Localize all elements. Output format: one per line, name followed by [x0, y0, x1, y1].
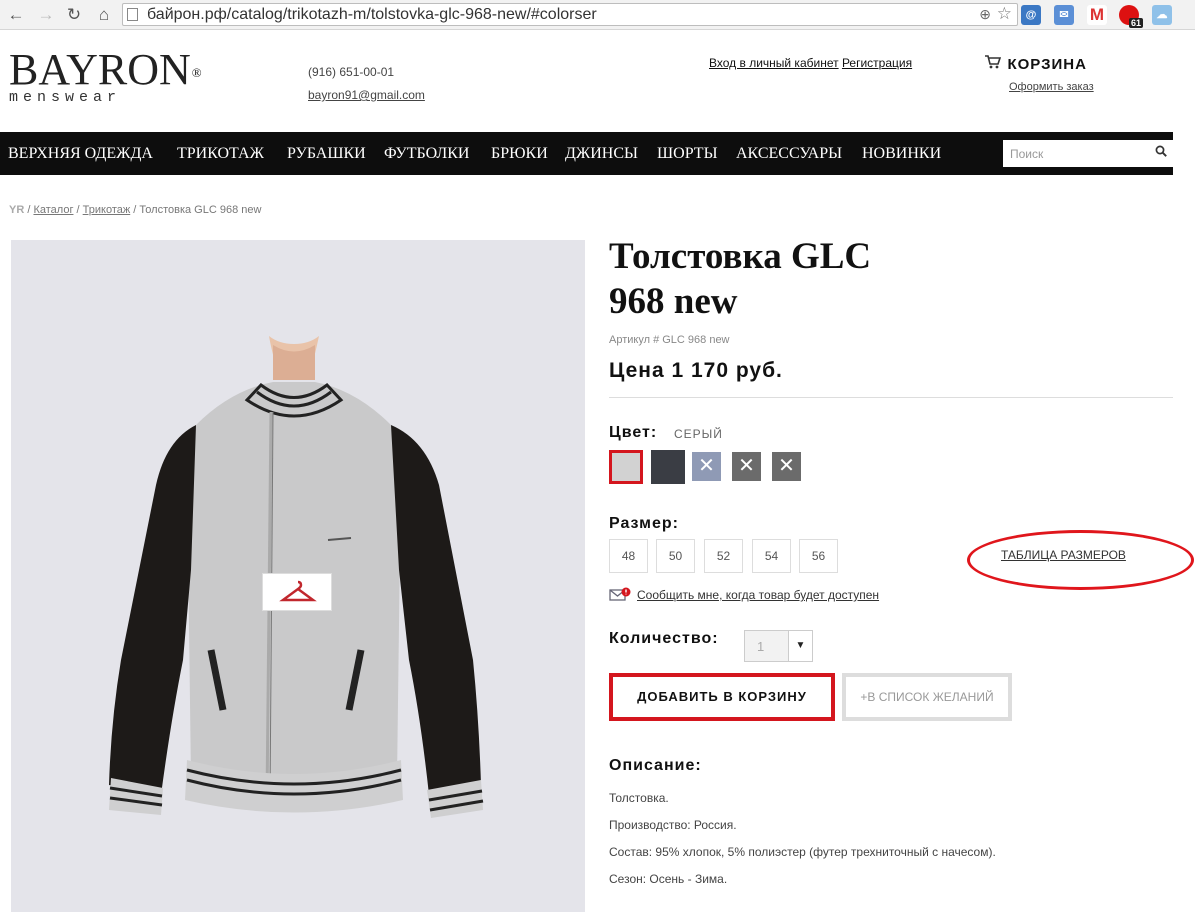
product-sku: Артикул # GLC 968 new	[609, 334, 730, 346]
envelope-alert-icon	[609, 587, 631, 601]
site-logo[interactable]: BAYRON® menswear	[9, 48, 202, 106]
add-to-cart-button[interactable]: ДОБАВИТЬ В КОРЗИНУ	[609, 673, 835, 721]
back-icon[interactable]: ←	[6, 5, 26, 25]
page-icon	[127, 8, 138, 21]
cart-icon[interactable]	[985, 55, 1003, 73]
unavailable-x-icon: ✕	[698, 455, 715, 477]
extension-badge: 61	[1128, 18, 1143, 28]
reload-icon[interactable]: ↻	[64, 5, 84, 25]
checkout-link[interactable]: Оформить заказ	[1009, 81, 1094, 93]
size-option-52[interactable]: 52	[704, 539, 743, 573]
product-price: Цена 1 170 руб.	[609, 359, 783, 382]
description-line: Производство: Россия.	[609, 818, 737, 832]
quantity-value: 1	[757, 639, 765, 654]
url-text: байрон.рф/catalog/trikotazh-m/tolstovka-…	[147, 6, 597, 23]
description-line: Состав: 95% хлопок, 5% полиэстер (футер …	[609, 845, 996, 859]
search-input[interactable]: Поиск	[1003, 140, 1175, 167]
gmail-extension-icon[interactable]: M	[1087, 5, 1107, 25]
highlight-oval	[967, 530, 1194, 590]
contact-info: (916) 651-00-01 bayron91@gmail.com	[308, 61, 425, 107]
breadcrumb-catalog[interactable]: Каталог	[33, 204, 73, 216]
size-option-56[interactable]: 56	[799, 539, 838, 573]
chevron-down-icon[interactable]: ▼	[788, 631, 812, 661]
color-label: Цвет:	[609, 424, 658, 441]
unavailable-x-icon: ✕	[738, 455, 755, 477]
logo-registered: ®	[191, 65, 202, 80]
main-navigation: ВЕРХНЯЯ ОДЕЖДА ТРИКОТАЖ РУБАШКИ ФУТБОЛКИ…	[0, 132, 1175, 175]
nav-item-trousers[interactable]: БРЮКИ	[491, 145, 548, 163]
breadcrumb-current: Толстовка GLC 968 new	[139, 204, 262, 216]
search-placeholder: Поиск	[1010, 147, 1044, 161]
color-swatch-grey-unavailable[interactable]: ✕	[732, 452, 761, 481]
add-to-wishlist-button[interactable]: +В СПИСОК ЖЕЛАНИЙ	[842, 673, 1012, 721]
home-icon[interactable]: ⌂	[94, 5, 114, 25]
cart[interactable]: КОРЗИНА Оформить заказ	[985, 55, 1094, 93]
description-line: Сезон: Осень - Зима.	[609, 872, 728, 886]
size-label: Размер:	[609, 515, 679, 532]
zoom-hanger-icon[interactable]	[262, 573, 332, 611]
browser-toolbar: ← → ↻ ⌂ байрон.рф/catalog/trikotazh-m/to…	[0, 0, 1195, 30]
product-title-line2: 968 new	[609, 281, 738, 322]
divider	[609, 397, 1173, 398]
account-links: Вход в личный кабинет Регистрация	[709, 56, 912, 70]
nav-item-knitwear[interactable]: ТРИКОТАЖ	[177, 145, 264, 163]
bookmark-star-icon[interactable]: ☆	[997, 4, 1012, 24]
notification-extension-icon[interactable]: 61	[1119, 5, 1143, 28]
mail-ru-extension-icon[interactable]: @	[1021, 5, 1041, 25]
notify-availability[interactable]: Сообщить мне, когда товар будет доступен	[609, 587, 879, 602]
product-title: Толстовка GLC 968 new	[609, 234, 1029, 324]
size-option-48[interactable]: 48	[609, 539, 648, 573]
breadcrumb-category[interactable]: Трикотаж	[83, 204, 131, 216]
nav-item-new[interactable]: НОВИНКИ	[862, 145, 941, 163]
quantity-select[interactable]: 1 ▼	[744, 630, 813, 662]
weather-extension-icon[interactable]: ☁	[1152, 5, 1172, 25]
color-swatch-grey2-unavailable[interactable]: ✕	[772, 452, 801, 481]
description-line: Толстовка.	[609, 791, 669, 805]
breadcrumb: YR / Каталог / Трикотаж / Толстовка GLC …	[9, 204, 261, 216]
phone-number: (916) 651-00-01	[308, 65, 395, 79]
color-swatch-dark[interactable]	[651, 450, 685, 484]
quantity-label: Количество:	[609, 630, 719, 647]
color-swatch-blue-unavailable[interactable]: ✕	[692, 452, 721, 481]
nav-item-jeans[interactable]: ДЖИНСЫ	[565, 145, 638, 163]
login-link[interactable]: Вход в личный кабинет	[709, 56, 839, 70]
breadcrumb-separator: /	[133, 204, 137, 216]
register-link[interactable]: Регистрация	[842, 56, 912, 70]
forward-icon[interactable]: →	[36, 5, 56, 25]
size-option-50[interactable]: 50	[656, 539, 695, 573]
color-value: СЕРЫЙ	[674, 427, 723, 441]
logo-brand: BAYRON	[9, 45, 191, 94]
search-icon[interactable]	[1155, 144, 1167, 160]
nav-item-shorts[interactable]: ШОРТЫ	[657, 145, 718, 163]
mail-extension-icon[interactable]: ✉	[1054, 5, 1074, 25]
email-link[interactable]: bayron91@gmail.com	[308, 88, 425, 102]
breadcrumb-home-icon[interactable]: YR	[9, 204, 24, 216]
description-title: Описание:	[609, 757, 702, 774]
unavailable-x-icon: ✕	[778, 455, 795, 477]
nav-item-shirts[interactable]: РУБАШКИ	[287, 145, 366, 163]
cart-label[interactable]: КОРЗИНА	[1007, 56, 1086, 73]
nav-item-tshirts[interactable]: ФУТБОЛКИ	[384, 145, 469, 163]
color-swatch-grey[interactable]	[609, 450, 643, 484]
size-option-54[interactable]: 54	[752, 539, 791, 573]
nav-item-outerwear[interactable]: ВЕРХНЯЯ ОДЕЖДА	[8, 145, 153, 163]
address-bar[interactable]: байрон.рф/catalog/trikotazh-m/tolstovka-…	[122, 3, 1018, 26]
notify-link[interactable]: Сообщить мне, когда товар будет доступен	[637, 588, 879, 602]
product-title-line1: Толстовка GLC	[609, 236, 872, 277]
breadcrumb-separator: /	[76, 204, 80, 216]
breadcrumb-separator: /	[27, 204, 31, 216]
zoom-icon[interactable]: ⊕	[979, 6, 991, 23]
nav-item-accessories[interactable]: АКСЕССУАРЫ	[736, 145, 842, 163]
